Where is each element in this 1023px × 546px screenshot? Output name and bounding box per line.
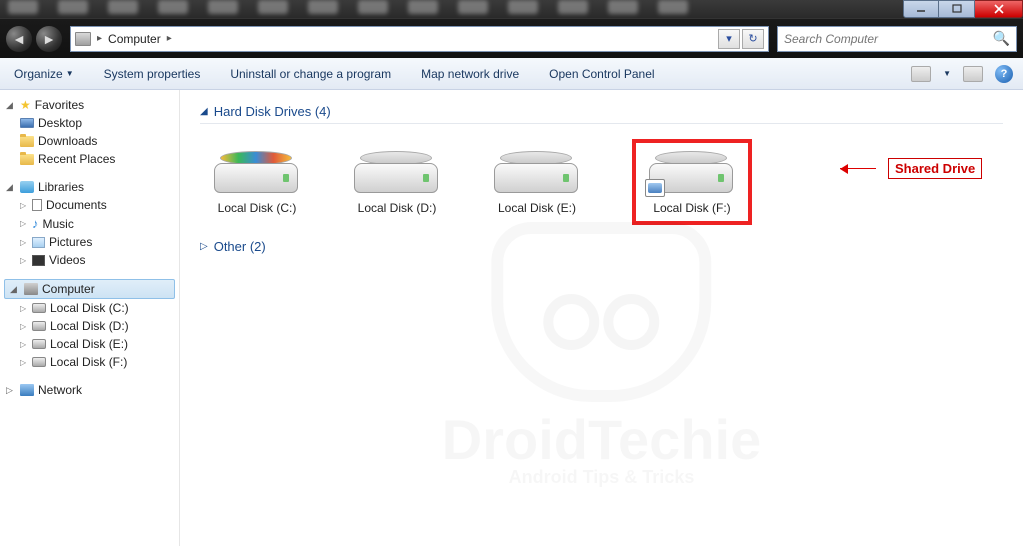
maximize-button[interactable] [939,0,975,18]
folder-icon [20,136,34,147]
drive-label: Local Disk (F:) [653,201,730,215]
shared-overlay-icon [645,179,665,197]
search-icon[interactable]: 🔍 [993,30,1010,47]
libraries-header[interactable]: ◢Libraries [0,178,179,196]
sidebar-item-disk-f[interactable]: ▷Local Disk (F:) [0,353,179,371]
disk-icon [32,339,46,349]
search-bar[interactable]: 🔍 [777,26,1017,52]
network-header[interactable]: ▷Network [0,381,179,399]
address-bar[interactable]: ▸ Computer ▸ ▾ ↻ [70,26,769,52]
disk-icon [32,357,46,367]
watermark: DroidTechie Android Tips & Tricks [442,222,761,486]
library-icon [20,181,34,193]
documents-icon [32,199,42,211]
navigation-pane: ◢★Favorites Desktop Downloads Recent Pla… [0,90,180,546]
drive-f[interactable]: Local Disk (F:) [632,139,752,225]
search-input[interactable] [784,32,993,46]
pictures-icon [32,237,45,248]
drive-label: Local Disk (C:) [218,201,297,215]
sidebar-item-desktop[interactable]: Desktop [0,114,179,132]
sidebar-item-downloads[interactable]: Downloads [0,132,179,150]
back-button[interactable]: ◄ [6,26,32,52]
breadcrumb-root[interactable]: Computer [108,32,161,46]
command-bar: Organize▼ System properties Uninstall or… [0,58,1023,90]
disk-icon [354,149,440,193]
address-dropdown[interactable]: ▾ [718,29,740,49]
items-view[interactable]: ◢Hard Disk Drives (4) Local Disk (C:) Lo… [180,90,1023,546]
preview-pane-button[interactable] [963,66,983,82]
open-control-panel-button[interactable]: Open Control Panel [545,65,658,83]
disk-icon [32,321,46,331]
map-network-drive-button[interactable]: Map network drive [417,65,523,83]
annotation-arrow-icon [840,164,882,174]
drive-d[interactable]: Local Disk (D:) [352,149,442,225]
breadcrumb-sep: ▸ [97,33,102,44]
drive-c[interactable]: Local Disk (C:) [212,149,302,225]
system-properties-button[interactable]: System properties [100,65,205,83]
chevron-down-icon: ▼ [66,69,74,78]
group-hard-disk-drives[interactable]: ◢Hard Disk Drives (4) [200,100,1003,124]
star-icon: ★ [20,98,31,112]
disk-icon [494,149,580,193]
breadcrumb-sep[interactable]: ▸ [167,33,172,44]
sidebar-item-disk-c[interactable]: ▷Local Disk (C:) [0,299,179,317]
desktop-icon [20,118,34,128]
close-button[interactable] [975,0,1023,18]
sidebar-item-disk-e[interactable]: ▷Local Disk (E:) [0,335,179,353]
computer-icon [24,283,38,295]
disk-icon [214,149,300,193]
view-options-button[interactable] [911,66,931,82]
chevron-down-icon[interactable]: ▼ [943,69,951,78]
computer-header[interactable]: ◢Computer [4,279,175,299]
annotation: Shared Drive [840,158,982,179]
recent-icon [20,154,34,165]
annotation-label: Shared Drive [888,158,982,179]
sidebar-item-documents[interactable]: ▷Documents [0,196,179,214]
disk-icon [649,149,735,193]
forward-button[interactable]: ► [36,26,62,52]
drive-label: Local Disk (E:) [498,201,576,215]
blurred-background [8,0,688,14]
music-icon: ♪ [32,216,39,231]
disk-icon [32,303,46,313]
group-other[interactable]: ▷Other (2) [200,235,1003,258]
uninstall-program-button[interactable]: Uninstall or change a program [226,65,395,83]
sidebar-item-music[interactable]: ▷♪Music [0,214,179,233]
content-area: ◢★Favorites Desktop Downloads Recent Pla… [0,90,1023,546]
videos-icon [32,255,45,266]
drive-label: Local Disk (D:) [358,201,437,215]
navigation-bar: ◄ ► ▸ Computer ▸ ▾ ↻ 🔍 [0,18,1023,58]
computer-icon [75,32,91,46]
sidebar-item-disk-d[interactable]: ▷Local Disk (D:) [0,317,179,335]
sidebar-item-videos[interactable]: ▷Videos [0,251,179,269]
organize-menu[interactable]: Organize▼ [10,65,78,83]
titlebar[interactable] [0,0,1023,18]
sidebar-item-recent-places[interactable]: Recent Places [0,150,179,168]
favorites-header[interactable]: ◢★Favorites [0,96,179,114]
minimize-button[interactable] [903,0,939,18]
drive-e[interactable]: Local Disk (E:) [492,149,582,225]
refresh-button[interactable]: ↻ [742,29,764,49]
network-icon [20,384,34,396]
explorer-window: ◄ ► ▸ Computer ▸ ▾ ↻ 🔍 Organize▼ System … [0,0,1023,546]
chevron-down-icon: ◢ [200,106,208,117]
sidebar-item-pictures[interactable]: ▷Pictures [0,233,179,251]
chevron-right-icon: ▷ [200,241,208,252]
help-button[interactable]: ? [995,65,1013,83]
